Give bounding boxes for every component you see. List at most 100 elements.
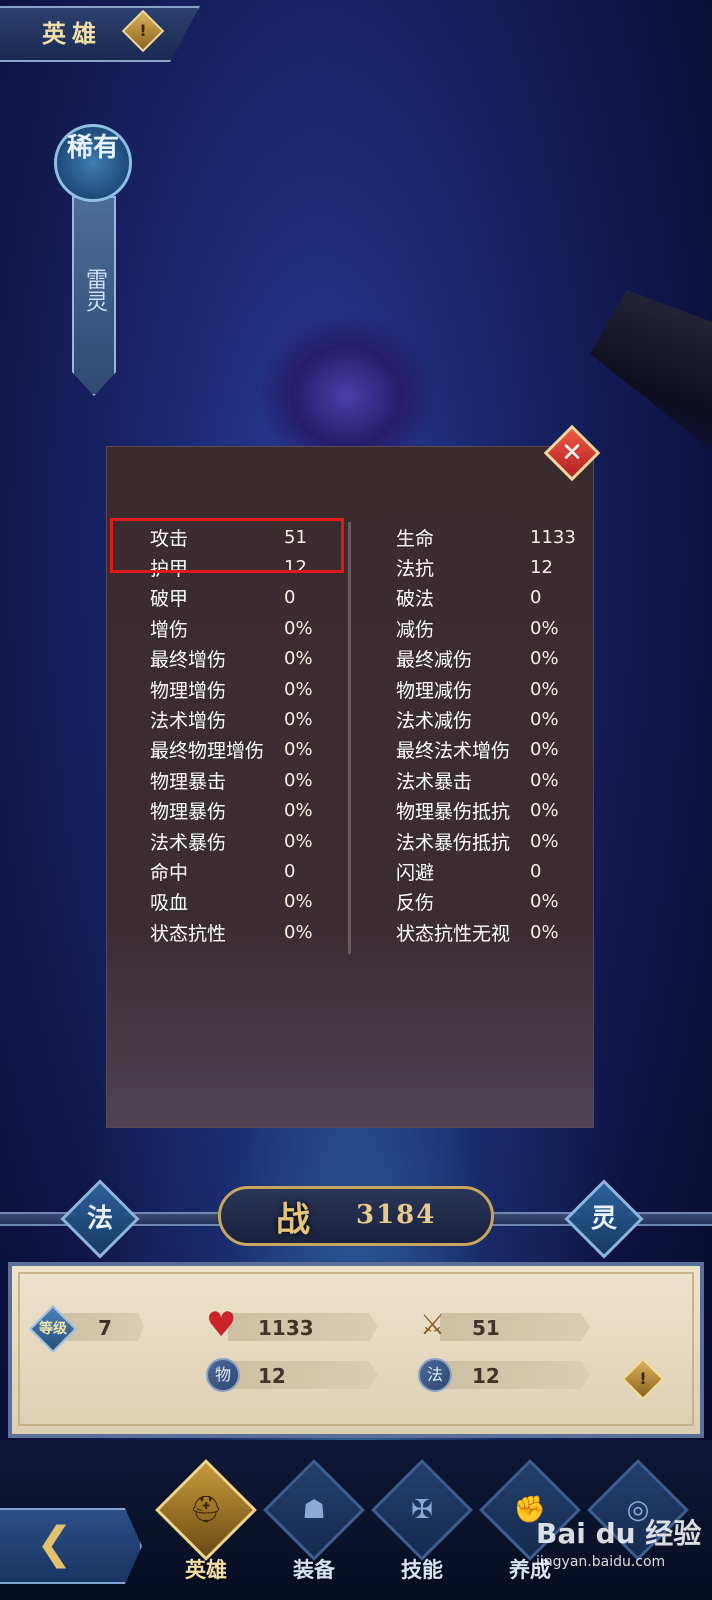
stat-label: 最终减伤 bbox=[396, 649, 473, 672]
level-label: 等级 bbox=[39, 1321, 67, 1337]
spirit-button-label: 灵 bbox=[590, 1204, 617, 1234]
stats-left-column: 攻击 51 护甲 12 破甲 0 增伤 0% 最终增伤 0% 物理增伤 0% 法术增伤 0% 最终物理增伤 0… bbox=[150, 522, 330, 947]
stat-row: 破法 0 bbox=[396, 583, 586, 613]
stat-value: 0% bbox=[284, 648, 313, 670]
emblem-icon: ✠ bbox=[371, 1459, 473, 1561]
stats-right-column: 生命 1133 法抗 12 破法 0 减伤 0% 最终减伤 0% 物理减伤 0% 法术减伤 0% 最终法术增… bbox=[396, 522, 586, 947]
stat-label: 法术暴伤抵抗 bbox=[396, 831, 511, 854]
stat-row: 最终法术增伤 0% bbox=[396, 735, 586, 765]
stat-row: 物理增伤 0% bbox=[150, 674, 330, 704]
stat-label: 法术增伤 bbox=[150, 710, 227, 733]
stat-value: 12 bbox=[530, 557, 553, 579]
exclamation-icon: ! bbox=[639, 1369, 647, 1388]
stat-row: 法术暴伤抵抗 0% bbox=[396, 826, 586, 856]
stat-label: 物理暴伤抵抗 bbox=[396, 801, 511, 824]
stat-row: 反伤 0% bbox=[396, 887, 586, 917]
armor-value: 12 bbox=[258, 1364, 286, 1388]
stat-label: 法抗 bbox=[396, 558, 435, 581]
stat-label: 最终物理增伤 bbox=[150, 740, 265, 763]
watermark-url: jingyan.baidu.com bbox=[536, 1554, 666, 1570]
hp-value: 1133 bbox=[258, 1316, 314, 1340]
watermark-brand: Bai du 经验 bbox=[536, 1517, 702, 1550]
stat-row: 最终增伤 0% bbox=[150, 644, 330, 674]
nav-tab-hero[interactable]: ⛑ 英雄 bbox=[155, 1459, 257, 1588]
stat-label: 破甲 bbox=[150, 588, 189, 611]
stat-value: 0% bbox=[530, 891, 559, 913]
stat-label: 物理暴伤 bbox=[150, 801, 227, 824]
stat-label: 状态抗性无视 bbox=[396, 922, 511, 945]
stat-value: 0% bbox=[284, 800, 313, 822]
stat-row: 破甲 0 bbox=[150, 583, 330, 613]
stat-value: 0% bbox=[530, 648, 559, 670]
stat-value: 0% bbox=[284, 769, 313, 791]
mask-icon: ☗ bbox=[263, 1459, 365, 1561]
stat-value: 0% bbox=[530, 678, 559, 700]
attack-value: 51 bbox=[472, 1316, 500, 1340]
stat-row: 法抗 12 bbox=[396, 552, 586, 582]
stat-row: 物理暴伤抵抗 0% bbox=[396, 796, 586, 826]
back-arrow-icon: ❮ bbox=[36, 1518, 73, 1569]
stat-row: 状态抗性无视 0% bbox=[396, 917, 586, 947]
combat-power-icon: 战 bbox=[276, 1200, 310, 1240]
stat-value: 0% bbox=[284, 830, 313, 852]
magic-resist-shield-icon: 法 bbox=[418, 1358, 452, 1392]
element-label: 雷灵 bbox=[82, 268, 107, 312]
stat-label: 反伤 bbox=[396, 892, 435, 915]
highlight-box bbox=[110, 518, 344, 573]
exclamation-icon: ! bbox=[139, 21, 147, 40]
stat-label: 物理暴击 bbox=[150, 770, 227, 793]
stat-value: 0% bbox=[284, 891, 313, 913]
stat-row: 物理暴击 0% bbox=[150, 765, 330, 795]
stat-value: 0% bbox=[284, 709, 313, 731]
stat-row: 增伤 0% bbox=[150, 613, 330, 643]
stat-label: 法术暴伤 bbox=[150, 831, 227, 854]
stat-row: 法术暴击 0% bbox=[396, 765, 586, 795]
nav-tab-label: 技能 bbox=[401, 1557, 443, 1582]
stat-label: 命中 bbox=[150, 861, 189, 884]
nav-tab-equipment[interactable]: ☗ 装备 bbox=[263, 1459, 365, 1588]
close-icon: ✕ bbox=[561, 438, 583, 468]
stat-label: 物理减伤 bbox=[396, 679, 473, 702]
stat-value: 0 bbox=[284, 587, 296, 609]
stat-row: 状态抗性 0% bbox=[150, 917, 330, 947]
stat-value: 0% bbox=[284, 678, 313, 700]
column-divider bbox=[348, 522, 351, 954]
stat-label: 法术暴击 bbox=[396, 770, 473, 793]
stat-value: 0% bbox=[284, 921, 313, 943]
stat-label: 生命 bbox=[396, 527, 435, 550]
stat-label: 物理增伤 bbox=[150, 679, 227, 702]
rarity-badge: 稀有 bbox=[54, 124, 132, 202]
stat-row: 闪避 0 bbox=[396, 856, 586, 886]
stat-row: 物理减伤 0% bbox=[396, 674, 586, 704]
stat-row: 法术减伤 0% bbox=[396, 704, 586, 734]
stat-value: 0% bbox=[284, 617, 313, 639]
stat-value: 0% bbox=[530, 921, 559, 943]
watermark: Bai du 经验 jingyan.baidu.com bbox=[536, 1512, 712, 1596]
magic-resist-pill bbox=[440, 1361, 590, 1389]
stat-label: 破法 bbox=[396, 588, 435, 611]
stat-value: 0% bbox=[530, 800, 559, 822]
stat-value: 0 bbox=[284, 860, 296, 882]
nav-tab-skills[interactable]: ✠ 技能 bbox=[371, 1459, 473, 1588]
nav-tab-label: 装备 bbox=[293, 1557, 335, 1582]
spirit-button[interactable]: 灵 bbox=[564, 1179, 644, 1259]
stat-value: 0% bbox=[530, 769, 559, 791]
stat-value: 0% bbox=[530, 709, 559, 731]
heart-icon: ♥ bbox=[206, 1305, 237, 1345]
stat-label: 最终法术增伤 bbox=[396, 740, 511, 763]
stat-row: 法术暴伤 0% bbox=[150, 826, 330, 856]
stat-row: 最终减伤 0% bbox=[396, 644, 586, 674]
stat-label: 状态抗性 bbox=[150, 922, 227, 945]
stat-label: 闪避 bbox=[396, 861, 435, 884]
magic-button-label: 法 bbox=[86, 1204, 113, 1234]
stat-row: 减伤 0% bbox=[396, 613, 586, 643]
magic-button[interactable]: 法 bbox=[60, 1179, 140, 1259]
page-title: 英雄 bbox=[42, 19, 102, 48]
stat-value: 0% bbox=[284, 739, 313, 761]
helmet-icon: ⛑ bbox=[155, 1459, 257, 1561]
stat-row: 物理暴伤 0% bbox=[150, 796, 330, 826]
nav-tab-label: 英雄 bbox=[185, 1557, 227, 1582]
stat-value: 1133 bbox=[530, 526, 576, 548]
stat-row: 生命 1133 bbox=[396, 522, 586, 552]
stat-label: 法术减伤 bbox=[396, 710, 473, 733]
